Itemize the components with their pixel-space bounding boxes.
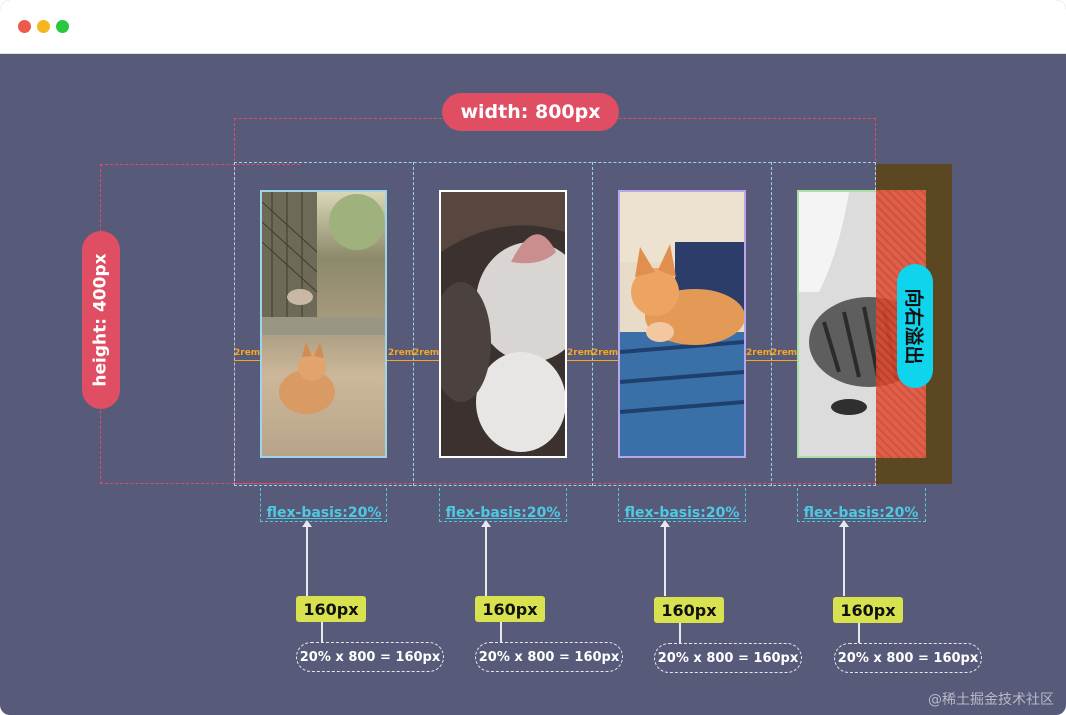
height-label: height: 400px bbox=[82, 231, 120, 409]
alley-cat-photo bbox=[262, 192, 385, 414]
gap-marker bbox=[567, 360, 592, 361]
close-dot-icon[interactable] bbox=[18, 20, 31, 33]
watermark: @稀土掘金技术社区 bbox=[928, 692, 1054, 708]
gap-marker bbox=[592, 360, 618, 361]
size-badge-2: 160px bbox=[475, 596, 545, 622]
formula-3: 20% x 800 = 160px bbox=[654, 643, 802, 673]
overflow-label-text: 向右溢出 bbox=[902, 287, 925, 365]
badge-stem bbox=[679, 623, 681, 643]
gap-marker bbox=[771, 360, 797, 361]
column-divider bbox=[771, 162, 772, 486]
gap-marker bbox=[746, 360, 771, 361]
gap-label: 2rem bbox=[413, 348, 440, 358]
size-badge-3: 160px bbox=[654, 597, 724, 623]
ginger-cat-photo bbox=[620, 192, 744, 456]
basis-label-4: flex-basis:20% bbox=[803, 505, 919, 521]
gap-marker bbox=[234, 360, 260, 361]
gap-label: 2rem bbox=[746, 348, 773, 358]
pointer-arrow bbox=[839, 520, 849, 596]
overflow-label: 向右溢出 bbox=[897, 264, 933, 388]
gap-marker bbox=[387, 360, 413, 361]
diagram-canvas: width: 800px height: 400px 向右溢出 2rem 2re… bbox=[0, 54, 1066, 715]
height-label-text: height: 400px bbox=[91, 253, 112, 387]
gap-label: 2rem bbox=[567, 348, 594, 358]
gap-label: 2rem bbox=[388, 348, 415, 358]
image-item-3 bbox=[618, 190, 746, 458]
closeup-cat-photo bbox=[441, 192, 565, 456]
column-divider bbox=[413, 162, 414, 486]
column-divider bbox=[592, 162, 593, 486]
badge-stem bbox=[858, 623, 860, 643]
badge-stem bbox=[500, 622, 502, 642]
size-badge-4: 160px bbox=[833, 597, 903, 623]
pointer-arrow bbox=[660, 520, 670, 596]
basis-label-2: flex-basis:20% bbox=[445, 505, 561, 521]
gap-label: 2rem bbox=[771, 348, 798, 358]
basis-label-3: flex-basis:20% bbox=[624, 505, 740, 521]
formula-4: 20% x 800 = 160px bbox=[834, 643, 982, 673]
pointer-arrow bbox=[481, 520, 491, 596]
image-item-1 bbox=[260, 190, 387, 458]
formula-1: 20% x 800 = 160px bbox=[296, 642, 444, 672]
minimize-dot-icon[interactable] bbox=[37, 20, 50, 33]
title-bar bbox=[0, 0, 1066, 54]
gap-label: 2rem bbox=[592, 348, 619, 358]
width-label: width: 800px bbox=[442, 93, 619, 131]
pointer-arrow bbox=[302, 520, 312, 596]
image-item-2 bbox=[439, 190, 567, 458]
gap-marker bbox=[413, 360, 439, 361]
size-badge-1: 160px bbox=[296, 596, 366, 622]
badge-stem bbox=[321, 622, 323, 642]
formula-2: 20% x 800 = 160px bbox=[475, 642, 623, 672]
basis-label-1: flex-basis:20% bbox=[266, 505, 382, 521]
gap-label: 2rem bbox=[234, 348, 261, 358]
maximize-dot-icon[interactable] bbox=[56, 20, 69, 33]
app-window: width: 800px height: 400px 向右溢出 2rem 2re… bbox=[0, 0, 1066, 715]
